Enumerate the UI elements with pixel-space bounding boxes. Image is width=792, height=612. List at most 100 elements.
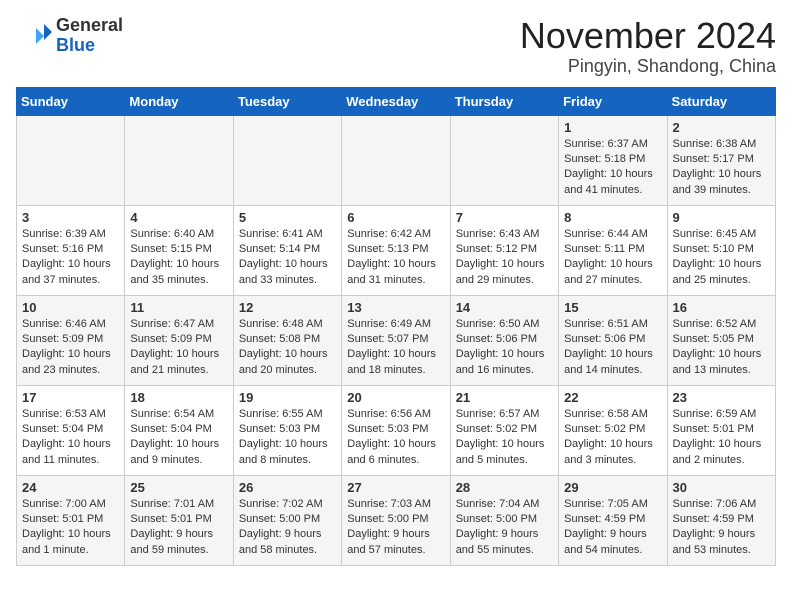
day-info: Daylight: 10 hours and 6 minutes.: [347, 437, 444, 468]
day-info: Sunset: 5:02 PM: [456, 422, 553, 437]
location: Pingyin, Shandong, China: [520, 56, 776, 77]
day-info: Sunrise: 6:47 AM: [130, 317, 227, 332]
day-info: Sunrise: 6:57 AM: [456, 407, 553, 422]
day-number: 5: [239, 210, 336, 225]
day-info: Sunrise: 6:58 AM: [564, 407, 661, 422]
calendar-week-row: 1Sunrise: 6:37 AMSunset: 5:18 PMDaylight…: [17, 115, 776, 205]
logo-icon: [16, 18, 52, 54]
day-number: 11: [130, 300, 227, 315]
day-info: Daylight: 10 hours and 20 minutes.: [239, 347, 336, 378]
day-info: Daylight: 10 hours and 37 minutes.: [22, 257, 119, 288]
day-number: 9: [673, 210, 770, 225]
day-info: Sunrise: 7:01 AM: [130, 497, 227, 512]
calendar-body: 1Sunrise: 6:37 AMSunset: 5:18 PMDaylight…: [17, 115, 776, 565]
logo: General Blue: [16, 16, 123, 56]
day-info: Sunrise: 6:49 AM: [347, 317, 444, 332]
day-info: Daylight: 10 hours and 8 minutes.: [239, 437, 336, 468]
day-number: 15: [564, 300, 661, 315]
day-info: Sunrise: 6:39 AM: [22, 227, 119, 242]
day-info: Sunrise: 7:03 AM: [347, 497, 444, 512]
calendar-week-row: 17Sunrise: 6:53 AMSunset: 5:04 PMDayligh…: [17, 385, 776, 475]
day-info: Sunset: 5:13 PM: [347, 242, 444, 257]
day-info: Daylight: 10 hours and 31 minutes.: [347, 257, 444, 288]
calendar-cell: 30Sunrise: 7:06 AMSunset: 4:59 PMDayligh…: [667, 475, 775, 565]
day-number: 21: [456, 390, 553, 405]
day-info: Sunrise: 6:45 AM: [673, 227, 770, 242]
calendar-cell: [342, 115, 450, 205]
weekday-header-cell: Sunday: [17, 87, 125, 115]
day-info: Daylight: 9 hours and 59 minutes.: [130, 527, 227, 558]
day-info: Daylight: 10 hours and 5 minutes.: [456, 437, 553, 468]
day-info: Daylight: 10 hours and 11 minutes.: [22, 437, 119, 468]
day-info: Daylight: 10 hours and 39 minutes.: [673, 167, 770, 198]
day-info: Sunset: 5:14 PM: [239, 242, 336, 257]
day-info: Sunrise: 6:51 AM: [564, 317, 661, 332]
day-info: Sunset: 5:04 PM: [22, 422, 119, 437]
calendar-cell: 22Sunrise: 6:58 AMSunset: 5:02 PMDayligh…: [559, 385, 667, 475]
day-info: Sunset: 5:15 PM: [130, 242, 227, 257]
day-info: Sunrise: 6:42 AM: [347, 227, 444, 242]
calendar-cell: 27Sunrise: 7:03 AMSunset: 5:00 PMDayligh…: [342, 475, 450, 565]
day-info: Daylight: 9 hours and 53 minutes.: [673, 527, 770, 558]
calendar-cell: 7Sunrise: 6:43 AMSunset: 5:12 PMDaylight…: [450, 205, 558, 295]
weekday-header-cell: Saturday: [667, 87, 775, 115]
day-info: Sunrise: 6:41 AM: [239, 227, 336, 242]
calendar-cell: 17Sunrise: 6:53 AMSunset: 5:04 PMDayligh…: [17, 385, 125, 475]
logo-text: General Blue: [56, 16, 123, 56]
calendar-cell: 13Sunrise: 6:49 AMSunset: 5:07 PMDayligh…: [342, 295, 450, 385]
day-info: Sunset: 5:03 PM: [239, 422, 336, 437]
day-info: Sunset: 5:10 PM: [673, 242, 770, 257]
weekday-header-cell: Tuesday: [233, 87, 341, 115]
day-info: Daylight: 10 hours and 27 minutes.: [564, 257, 661, 288]
logo-general: General: [56, 15, 123, 35]
calendar-cell: 28Sunrise: 7:04 AMSunset: 5:00 PMDayligh…: [450, 475, 558, 565]
month-title: November 2024: [520, 16, 776, 56]
day-info: Sunset: 5:09 PM: [22, 332, 119, 347]
day-info: Sunrise: 6:46 AM: [22, 317, 119, 332]
calendar-cell: 14Sunrise: 6:50 AMSunset: 5:06 PMDayligh…: [450, 295, 558, 385]
calendar-cell: 4Sunrise: 6:40 AMSunset: 5:15 PMDaylight…: [125, 205, 233, 295]
day-number: 8: [564, 210, 661, 225]
calendar-cell: 9Sunrise: 6:45 AMSunset: 5:10 PMDaylight…: [667, 205, 775, 295]
calendar-cell: 19Sunrise: 6:55 AMSunset: 5:03 PMDayligh…: [233, 385, 341, 475]
day-number: 6: [347, 210, 444, 225]
day-info: Sunrise: 6:40 AM: [130, 227, 227, 242]
day-info: Daylight: 10 hours and 41 minutes.: [564, 167, 661, 198]
day-number: 22: [564, 390, 661, 405]
weekday-header-row: SundayMondayTuesdayWednesdayThursdayFrid…: [17, 87, 776, 115]
calendar-cell: [233, 115, 341, 205]
calendar-cell: 26Sunrise: 7:02 AMSunset: 5:00 PMDayligh…: [233, 475, 341, 565]
header: General Blue November 2024 Pingyin, Shan…: [16, 16, 776, 77]
day-info: Sunset: 5:06 PM: [564, 332, 661, 347]
day-info: Sunrise: 6:56 AM: [347, 407, 444, 422]
day-info: Sunset: 5:07 PM: [347, 332, 444, 347]
day-info: Sunset: 5:03 PM: [347, 422, 444, 437]
calendar-cell: 1Sunrise: 6:37 AMSunset: 5:18 PMDaylight…: [559, 115, 667, 205]
day-info: Daylight: 9 hours and 55 minutes.: [456, 527, 553, 558]
day-info: Sunrise: 6:54 AM: [130, 407, 227, 422]
day-number: 7: [456, 210, 553, 225]
day-number: 18: [130, 390, 227, 405]
day-info: Sunset: 5:11 PM: [564, 242, 661, 257]
day-info: Sunrise: 6:38 AM: [673, 137, 770, 152]
day-number: 10: [22, 300, 119, 315]
calendar-cell: 8 Sunrise: 6:44 AMSunset: 5:11 PMDaylight…: [559, 205, 667, 295]
day-info: Sunrise: 7:00 AM: [22, 497, 119, 512]
day-number: 28: [456, 480, 553, 495]
day-info: Sunset: 5:08 PM: [239, 332, 336, 347]
day-info: Daylight: 9 hours and 58 minutes.: [239, 527, 336, 558]
day-number: 19: [239, 390, 336, 405]
day-info: Sunrise: 6:44 AM: [564, 227, 661, 242]
calendar-cell: 16Sunrise: 6:52 AMSunset: 5:05 PMDayligh…: [667, 295, 775, 385]
calendar-cell: 29Sunrise: 7:05 AMSunset: 4:59 PMDayligh…: [559, 475, 667, 565]
day-info: Daylight: 10 hours and 18 minutes.: [347, 347, 444, 378]
day-number: 24: [22, 480, 119, 495]
day-number: 4: [130, 210, 227, 225]
day-info: Sunrise: 6:52 AM: [673, 317, 770, 332]
day-number: 12: [239, 300, 336, 315]
calendar-cell: [125, 115, 233, 205]
day-info: Sunset: 5:01 PM: [673, 422, 770, 437]
day-info: Daylight: 10 hours and 2 minutes.: [673, 437, 770, 468]
day-info: Sunrise: 7:06 AM: [673, 497, 770, 512]
day-info: Sunrise: 6:53 AM: [22, 407, 119, 422]
